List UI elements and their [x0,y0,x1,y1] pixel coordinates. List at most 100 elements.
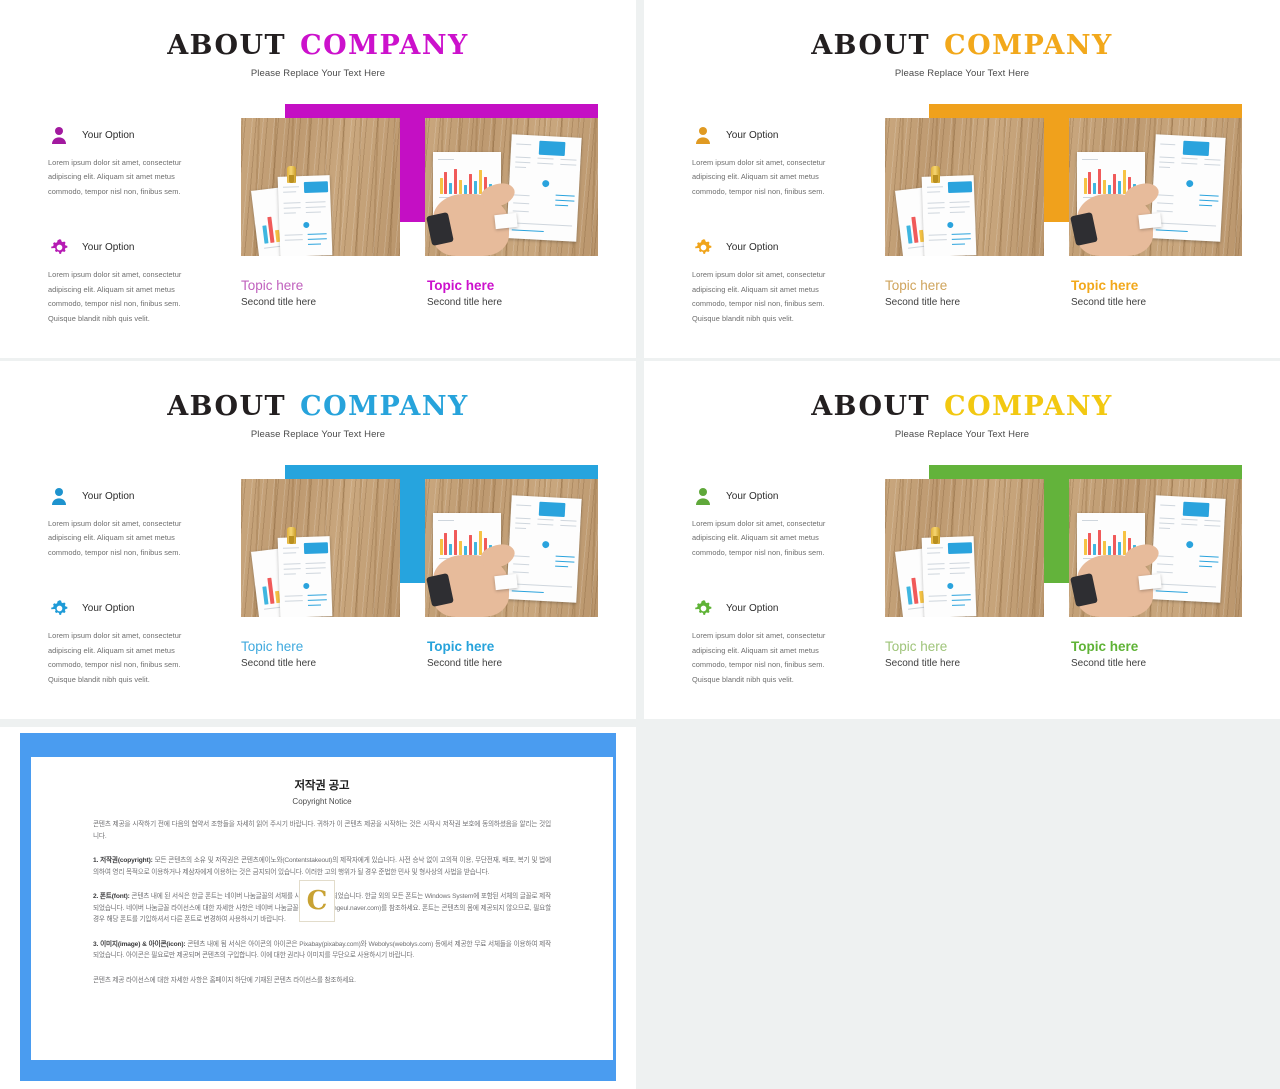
option-label: Your Option [82,602,135,614]
copyright-title-en: Copyright Notice [292,797,352,806]
gear-icon [692,236,714,258]
heading-word-about: ABOUT [167,30,287,61]
image-composition [241,465,598,617]
option-label: Your Option [726,602,779,614]
caption-right[interactable]: Topic here Second title here [427,639,502,669]
option-label: Your Option [82,241,135,253]
option-header: Your Option [48,124,196,146]
caption-subtitle: Second title here [427,296,503,308]
option-item-person[interactable]: Your Option Lorem ipsum dolor sit amet, … [48,124,196,199]
option-header: Your Option [48,236,196,258]
slide-thumbnail-blue[interactable]: ABOUT COMPANY Please Replace Your Text He… [0,361,636,719]
heading-subtitle: Please Replace Your Text Here [894,429,1030,440]
caption-left[interactable]: Topic here Second title here [885,639,960,669]
caption-subtitle: Second title here [885,296,961,308]
option-body: Lorem ipsum dolor sit amet, consectetur … [692,158,826,196]
option-header: Your Option [692,597,840,619]
heading-word-company: COMPANY [300,391,469,422]
option-body: Lorem ipsum dolor sit amet, consectetur … [692,270,826,323]
option-item-gear[interactable]: Your Option Lorem ipsum dolor sit amet, … [48,597,196,687]
caption-left[interactable]: Topic here Second title here [885,278,960,308]
slide-heading: ABOUT COMPANY Please Replace Your Text He… [644,32,1280,79]
copyright-title-ko: 저작권 공고 [294,780,350,792]
option-body: Lorem ipsum dolor sit amet, consectetur … [48,270,182,323]
photo-documents[interactable] [885,479,1044,617]
option-item-gear[interactable]: Your Option Lorem ipsum dolor sit amet, … [48,236,196,326]
caption-left[interactable]: Topic here Second title here [241,639,316,669]
option-header: Your Option [692,485,840,507]
heading-word-company: COMPANY [300,30,469,61]
option-body: Lorem ipsum dolor sit amet, consectetur … [692,631,826,684]
heading-word-about: ABOUT [811,30,931,61]
option-label: Your Option [726,241,779,253]
photo-hand-pointing[interactable] [425,118,598,256]
heading-subtitle: Please Replace Your Text Here [894,68,1030,79]
option-item-gear[interactable]: Your Option Lorem ipsum dolor sit amet, … [692,236,840,326]
caption-title: Topic here [427,639,495,654]
copyright-item-2-label: 2. 폰트(font): [93,893,130,901]
option-list: Your Option Lorem ipsum dolor sit amet, … [48,485,196,687]
option-body: Lorem ipsum dolor sit amet, consectetur … [48,519,182,557]
caption-group: Topic here Second title here Topic here … [241,639,601,681]
caption-subtitle: Second title here [885,657,961,669]
image-composition [885,465,1242,617]
heading-word-about: ABOUT [167,391,287,422]
photo-documents[interactable] [241,118,400,256]
photo-hand-pointing[interactable] [1069,118,1242,256]
option-body: Lorem ipsum dolor sit amet, consectetur … [692,519,826,557]
slide-thumbnail-green[interactable]: ABOUT COMPANY Please Replace Your Text He… [644,361,1280,719]
copyright-item-1: 1. 저작권(copyright): 모든 콘텐츠의 소유 및 저작권은 콘텐츠… [93,855,551,878]
slide-thumbnail-purple[interactable]: ABOUT COMPANY Please Replace Your Text He… [0,0,636,358]
gear-icon [692,597,714,619]
image-composition [885,104,1242,256]
person-icon [692,485,714,507]
caption-left[interactable]: Topic here Second title here [241,278,316,308]
caption-title: Topic here [1071,639,1139,654]
person-icon [48,485,70,507]
option-label: Your Option [726,490,779,502]
option-item-person[interactable]: Your Option Lorem ipsum dolor sit amet, … [692,485,840,560]
photo-documents[interactable] [241,479,400,617]
option-label: Your Option [726,129,779,141]
caption-right[interactable]: Topic here Second title here [1071,278,1146,308]
caption-right[interactable]: Topic here Second title here [1071,639,1146,669]
caption-subtitle: Second title here [241,296,317,308]
screenshot-canvas: ABOUT COMPANY Please Replace Your Text He… [0,0,1280,1089]
heading-title: ABOUT COMPANY [644,32,1280,59]
option-header: Your Option [48,485,196,507]
heading-word-about: ABOUT [811,391,931,422]
heading-word-company: COMPANY [944,391,1113,422]
photo-hand-pointing[interactable] [425,479,598,617]
slide-heading: ABOUT COMPANY Please Replace Your Text He… [0,32,636,79]
option-header: Your Option [692,124,840,146]
caption-right[interactable]: Topic here Second title here [427,278,502,308]
photo-documents[interactable] [885,118,1044,256]
option-item-person[interactable]: Your Option Lorem ipsum dolor sit amet, … [48,485,196,560]
photo-hand-pointing[interactable] [1069,479,1242,617]
copyright-item-1-label: 1. 저작권(copyright): [93,857,153,865]
heading-title: ABOUT COMPANY [0,393,636,420]
caption-title: Topic here [885,278,948,293]
slide-thumbnail-orange[interactable]: ABOUT COMPANY Please Replace Your Text He… [644,0,1280,358]
caption-title: Topic here [1071,278,1139,293]
caption-subtitle: Second title here [241,657,317,669]
caption-title: Topic here [427,278,495,293]
option-list: Your Option Lorem ipsum dolor sit amet, … [692,124,840,326]
heading-title: ABOUT COMPANY [644,393,1280,420]
gear-icon [48,597,70,619]
slide-heading: ABOUT COMPANY Please Replace Your Text He… [644,393,1280,440]
copyright-item-3-label: 3. 이미지(image) & 아이콘(icon): [93,940,186,948]
option-label: Your Option [82,490,135,502]
heading-subtitle: Please Replace Your Text Here [250,429,386,440]
option-label: Your Option [82,129,135,141]
caption-subtitle: Second title here [1071,657,1147,669]
caption-subtitle: Second title here [427,657,503,669]
option-list: Your Option Lorem ipsum dolor sit amet, … [692,485,840,687]
option-item-gear[interactable]: Your Option Lorem ipsum dolor sit amet, … [692,597,840,687]
slide-heading: ABOUT COMPANY Please Replace Your Text He… [0,393,636,440]
option-list: Your Option Lorem ipsum dolor sit amet, … [48,124,196,326]
caption-group: Topic here Second title here Topic here … [885,639,1245,681]
option-item-person[interactable]: Your Option Lorem ipsum dolor sit amet, … [692,124,840,199]
option-body: Lorem ipsum dolor sit amet, consectetur … [48,158,182,196]
caption-group: Topic here Second title here Topic here … [885,278,1245,320]
